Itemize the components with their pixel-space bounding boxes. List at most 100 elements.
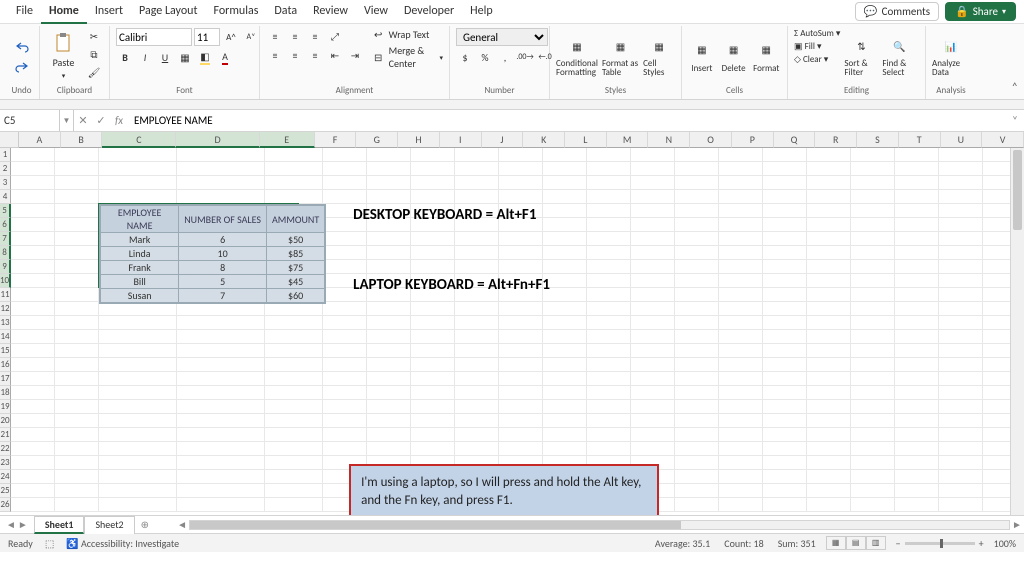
cell[interactable] [807, 302, 851, 316]
cell[interactable] [55, 148, 99, 162]
cell[interactable] [543, 218, 587, 232]
cell[interactable] [939, 442, 983, 456]
cell[interactable] [55, 330, 99, 344]
align-top-button[interactable]: ≡ [266, 28, 284, 44]
cell[interactable] [455, 190, 499, 204]
cell[interactable] [719, 414, 763, 428]
cell[interactable] [11, 176, 55, 190]
cell[interactable] [367, 372, 411, 386]
cell[interactable] [719, 274, 763, 288]
cell[interactable] [763, 176, 807, 190]
cell[interactable] [543, 400, 587, 414]
cell[interactable] [675, 456, 719, 470]
cell[interactable] [265, 316, 323, 330]
cell[interactable] [367, 246, 411, 260]
cell[interactable] [499, 386, 543, 400]
cell[interactable] [675, 288, 719, 302]
cell[interactable] [323, 428, 367, 442]
increase-font-button[interactable]: A^ [222, 29, 240, 45]
cell[interactable] [11, 456, 55, 470]
cell[interactable] [323, 232, 367, 246]
cell[interactable] [99, 190, 177, 204]
cell[interactable] [543, 232, 587, 246]
cell[interactable] [411, 386, 455, 400]
cell[interactable] [323, 344, 367, 358]
cell[interactable] [939, 302, 983, 316]
cell[interactable] [99, 400, 177, 414]
cell[interactable] [323, 176, 367, 190]
cell[interactable] [851, 442, 895, 456]
align-center-button[interactable]: ≡ [286, 47, 304, 63]
cell[interactable] [11, 400, 55, 414]
cell[interactable] [939, 232, 983, 246]
cell[interactable] [895, 386, 939, 400]
format-cells-button[interactable]: ▦ Format [752, 28, 781, 84]
sheet-tab-sheet2[interactable]: Sheet2 [84, 516, 134, 534]
cell[interactable] [11, 148, 55, 162]
find-select-button[interactable]: 🔍 Find & Select [882, 28, 916, 84]
cell[interactable] [11, 274, 55, 288]
cell[interactable] [455, 330, 499, 344]
cell[interactable] [719, 148, 763, 162]
cell[interactable] [499, 302, 543, 316]
cell[interactable] [11, 162, 55, 176]
cell[interactable] [631, 442, 675, 456]
column-header-T[interactable]: T [899, 132, 941, 148]
row-header-17[interactable]: 17 [0, 372, 11, 386]
cell[interactable] [411, 372, 455, 386]
cell[interactable] [99, 358, 177, 372]
cell[interactable] [939, 190, 983, 204]
cell[interactable] [455, 162, 499, 176]
cell[interactable] [499, 246, 543, 260]
cell[interactable] [675, 260, 719, 274]
select-all-corner[interactable] [0, 132, 19, 148]
cell[interactable] [631, 204, 675, 218]
cell[interactable] [11, 428, 55, 442]
borders-button[interactable]: ▦ [176, 49, 194, 65]
percent-button[interactable]: % [476, 49, 494, 65]
cell[interactable] [411, 428, 455, 442]
cell[interactable] [455, 414, 499, 428]
cell[interactable] [411, 260, 455, 274]
column-header-C[interactable]: C [102, 132, 176, 148]
cell[interactable] [631, 218, 675, 232]
add-sheet-button[interactable]: ⊕ [135, 518, 155, 531]
cell[interactable] [11, 442, 55, 456]
cell[interactable] [895, 456, 939, 470]
cell[interactable] [455, 232, 499, 246]
cell[interactable] [631, 190, 675, 204]
cell[interactable] [587, 372, 631, 386]
cell[interactable] [631, 400, 675, 414]
cell[interactable] [499, 344, 543, 358]
cell[interactable] [851, 204, 895, 218]
cell[interactable] [895, 414, 939, 428]
cell[interactable] [851, 218, 895, 232]
cell[interactable] [895, 162, 939, 176]
cell[interactable] [543, 260, 587, 274]
cell[interactable] [587, 316, 631, 330]
cell[interactable] [763, 190, 807, 204]
scroll-left-button[interactable]: ◄ [175, 518, 189, 531]
row-header-21[interactable]: 21 [0, 428, 11, 442]
cell[interactable] [763, 414, 807, 428]
cell[interactable] [939, 330, 983, 344]
cell[interactable] [543, 372, 587, 386]
row-header-12[interactable]: 12 [0, 302, 11, 316]
cell[interactable] [543, 162, 587, 176]
cell[interactable] [675, 176, 719, 190]
cell[interactable] [265, 162, 323, 176]
row-header-9[interactable]: 9 [0, 260, 11, 274]
cell[interactable] [55, 400, 99, 414]
cell[interactable] [675, 400, 719, 414]
cell[interactable] [807, 274, 851, 288]
cell[interactable] [543, 176, 587, 190]
cell[interactable] [11, 372, 55, 386]
row-header-25[interactable]: 25 [0, 484, 11, 498]
cell[interactable] [177, 330, 265, 344]
cell[interactable] [11, 498, 55, 512]
row-header-23[interactable]: 23 [0, 456, 11, 470]
sheet-nav-prev[interactable]: ◄ [6, 518, 16, 531]
cell[interactable] [99, 330, 177, 344]
cell[interactable] [177, 414, 265, 428]
cell[interactable] [99, 414, 177, 428]
